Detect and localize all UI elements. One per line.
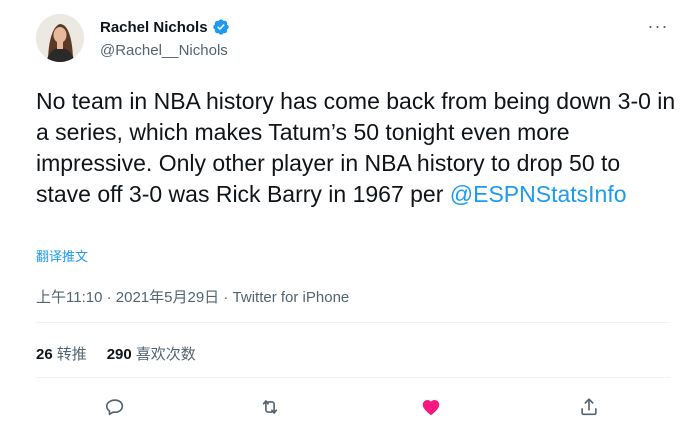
author-handle[interactable]: @Rachel__Nichols xyxy=(100,42,228,59)
retweet-icon xyxy=(259,396,281,423)
avatar[interactable] xyxy=(36,14,84,62)
tweet-meta: 上午11:10 · 2021年5月29日 · Twitter for iPhon… xyxy=(36,286,349,307)
reply-button[interactable] xyxy=(98,392,132,426)
tweet-time[interactable]: 上午11:10 xyxy=(36,289,102,306)
divider xyxy=(36,322,670,323)
more-options-button[interactable]: ··· xyxy=(646,16,670,36)
retweet-count: 26 xyxy=(36,346,53,363)
like-label: 喜欢次数 xyxy=(135,346,196,363)
avatar-image xyxy=(36,14,84,62)
reply-icon xyxy=(104,396,126,423)
share-button[interactable] xyxy=(572,392,606,426)
tweet-text: No team in NBA history has come back fro… xyxy=(36,86,676,210)
author-display-name[interactable]: Rachel Nichols xyxy=(100,19,208,36)
like-button[interactable] xyxy=(414,392,448,426)
tweet-source[interactable]: Twitter for iPhone xyxy=(233,289,350,306)
tweet-stats: 26 转推 290 喜欢次数 xyxy=(36,343,196,364)
meta-separator: · xyxy=(219,289,233,306)
retweet-count-link[interactable]: 26 转推 xyxy=(36,343,87,364)
heart-icon xyxy=(420,396,442,423)
retweet-label: 转推 xyxy=(56,346,87,363)
mention-link[interactable]: @ESPNStatsInfo xyxy=(450,181,627,207)
like-count: 290 xyxy=(106,346,132,363)
like-count-link[interactable]: 290 喜欢次数 xyxy=(107,343,196,364)
share-icon xyxy=(578,396,600,423)
retweet-button[interactable] xyxy=(253,392,287,426)
divider xyxy=(36,377,670,378)
tweet-date[interactable]: 2021年5月29日 xyxy=(116,289,219,306)
verified-badge-icon xyxy=(212,18,230,36)
tweet-actions xyxy=(36,392,670,426)
author-name-row: Rachel Nichols xyxy=(100,18,230,36)
translate-tweet-link[interactable]: 翻译推文 xyxy=(36,246,88,265)
meta-separator: · xyxy=(102,289,116,306)
